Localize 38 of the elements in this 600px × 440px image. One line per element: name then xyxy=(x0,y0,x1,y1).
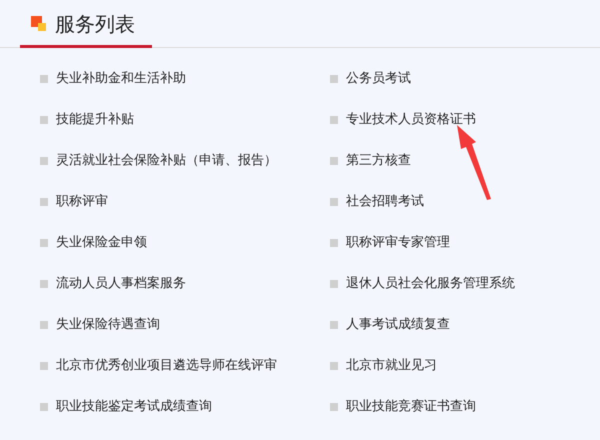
bullet-icon xyxy=(330,74,338,82)
bullet-icon xyxy=(40,362,48,370)
service-link[interactable]: 失业补助金和生活补助 xyxy=(56,68,186,88)
bullet-icon xyxy=(330,156,338,164)
section-title: 服务列表 xyxy=(55,14,135,34)
bullet-icon xyxy=(40,198,48,206)
service-link[interactable]: 流动人员人事档案服务 xyxy=(56,274,186,294)
service-link[interactable]: 职业技能鉴定考试成绩查询 xyxy=(56,396,212,416)
service-link[interactable]: 第三方核查 xyxy=(346,150,411,170)
bullet-icon xyxy=(40,156,48,164)
service-link[interactable]: 公务员考试 xyxy=(346,68,411,88)
service-link[interactable]: 技能提升补贴 xyxy=(56,110,134,130)
service-link[interactable]: 退休人员社会化服务管理系统 xyxy=(346,274,515,294)
service-link[interactable]: 失业保险待遇查询 xyxy=(56,314,160,334)
bullet-icon xyxy=(330,116,338,124)
bullet-icon xyxy=(330,238,338,246)
bullet-icon xyxy=(330,320,338,328)
service-link[interactable]: 职称评审 xyxy=(56,192,108,212)
service-link[interactable]: 失业保险金申领 xyxy=(56,232,147,252)
bullet-icon xyxy=(40,238,48,246)
bullet-icon xyxy=(40,320,48,328)
bullet-icon xyxy=(330,362,338,370)
service-link[interactable]: 职称评审专家管理 xyxy=(346,232,450,252)
service-link[interactable]: 北京市就业见习 xyxy=(346,356,437,376)
service-link[interactable]: 人事考试成绩复查 xyxy=(346,314,450,334)
service-link[interactable]: 职业技能竞赛证书查询 xyxy=(346,396,476,416)
bullet-icon xyxy=(40,402,48,410)
service-link[interactable]: 北京市优秀创业项目遴选导师在线评审 xyxy=(56,356,277,376)
service-link[interactable]: 社会招聘考试 xyxy=(346,192,424,212)
bullet-icon xyxy=(40,116,48,124)
service-link[interactable]: 专业技术人员资格证书 xyxy=(346,110,476,130)
bullet-icon xyxy=(330,402,338,410)
bullet-icon xyxy=(40,280,48,288)
bullet-icon xyxy=(330,280,338,288)
bullet-icon xyxy=(330,198,338,206)
bullet-icon xyxy=(40,74,48,82)
logo-icon xyxy=(31,16,47,32)
service-link[interactable]: 灵活就业社会保险补贴（申请、报告） xyxy=(56,150,277,170)
